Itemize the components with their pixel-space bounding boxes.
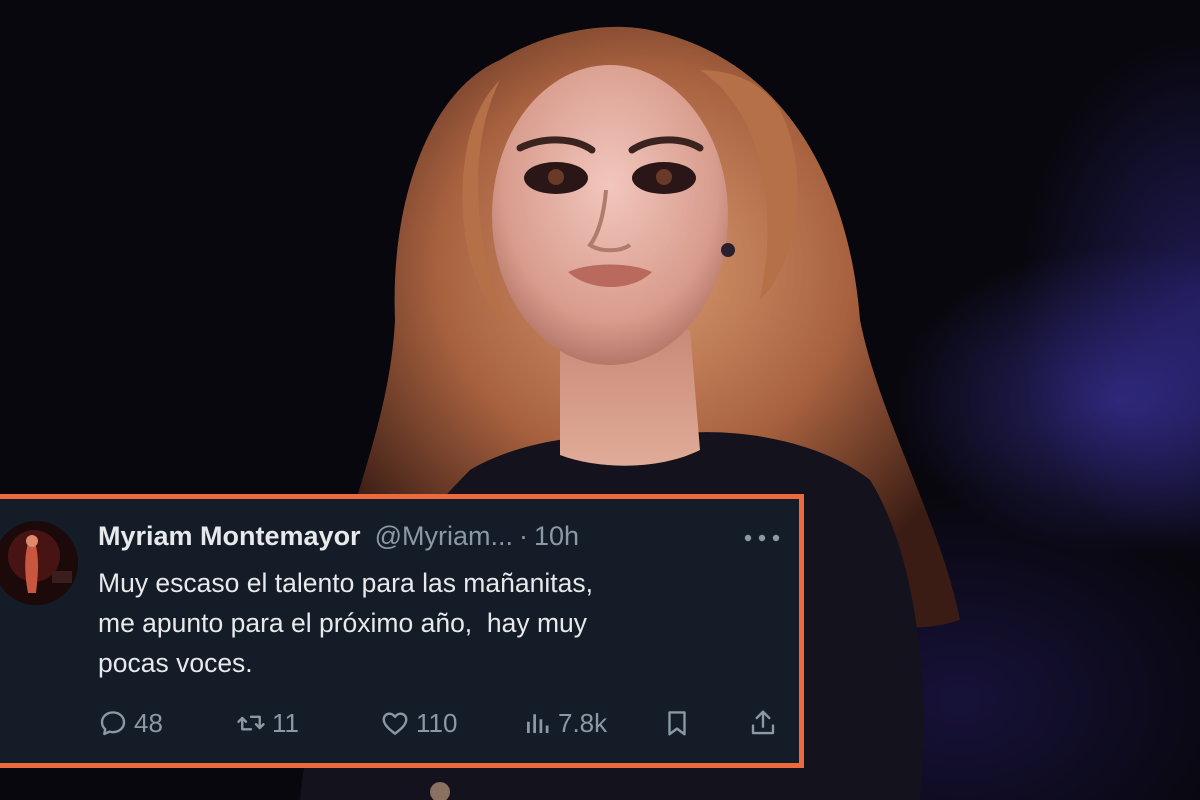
retweet-icon xyxy=(237,715,265,731)
author-name[interactable]: Myriam Montemayor xyxy=(98,521,361,552)
background-photo-stage: Myriam Montemayor @Myriam... · 10h Muy e… xyxy=(0,0,1200,800)
share-button[interactable] xyxy=(748,705,778,741)
tweet-text-line-2: me apunto para el próximo año, hay muy xyxy=(98,608,588,638)
more-icon[interactable] xyxy=(742,531,782,545)
tweet-header: Myriam Montemayor @Myriam... · 10h xyxy=(98,521,579,555)
bookmark-icon xyxy=(668,711,686,736)
retweet-button[interactable]: 11 xyxy=(236,705,299,741)
like-icon xyxy=(382,712,408,735)
views-count: 7.8k xyxy=(558,707,608,738)
avatar-image xyxy=(0,521,78,605)
tweet-text: Muy escaso el talento para las mañanitas… xyxy=(98,563,788,683)
tweet-actions: 48 11 110 7.8k xyxy=(98,705,788,741)
reply-count: 48 xyxy=(134,707,163,738)
views-icon xyxy=(527,714,549,733)
separator-dot: · xyxy=(518,521,528,551)
author-handle[interactable]: @Myriam... xyxy=(375,521,513,552)
retweet-count: 11 xyxy=(272,707,299,738)
views-button[interactable]: 7.8k xyxy=(522,705,607,741)
tweet-text-line-1: Muy escaso el talento para las mañanitas… xyxy=(98,568,593,598)
like-button[interactable]: 110 xyxy=(380,705,457,741)
tweet-timestamp[interactable]: 10h xyxy=(534,521,579,552)
avatar[interactable] xyxy=(0,521,78,605)
bookmark-button[interactable] xyxy=(662,705,692,741)
reply-icon xyxy=(100,711,126,736)
tweet-card[interactable]: Myriam Montemayor @Myriam... · 10h Muy e… xyxy=(0,494,804,768)
share-icon xyxy=(751,710,775,735)
reply-button[interactable]: 48 xyxy=(98,705,163,741)
tweet-text-line-3: pocas voces. xyxy=(98,648,253,678)
like-count: 110 xyxy=(416,707,458,738)
